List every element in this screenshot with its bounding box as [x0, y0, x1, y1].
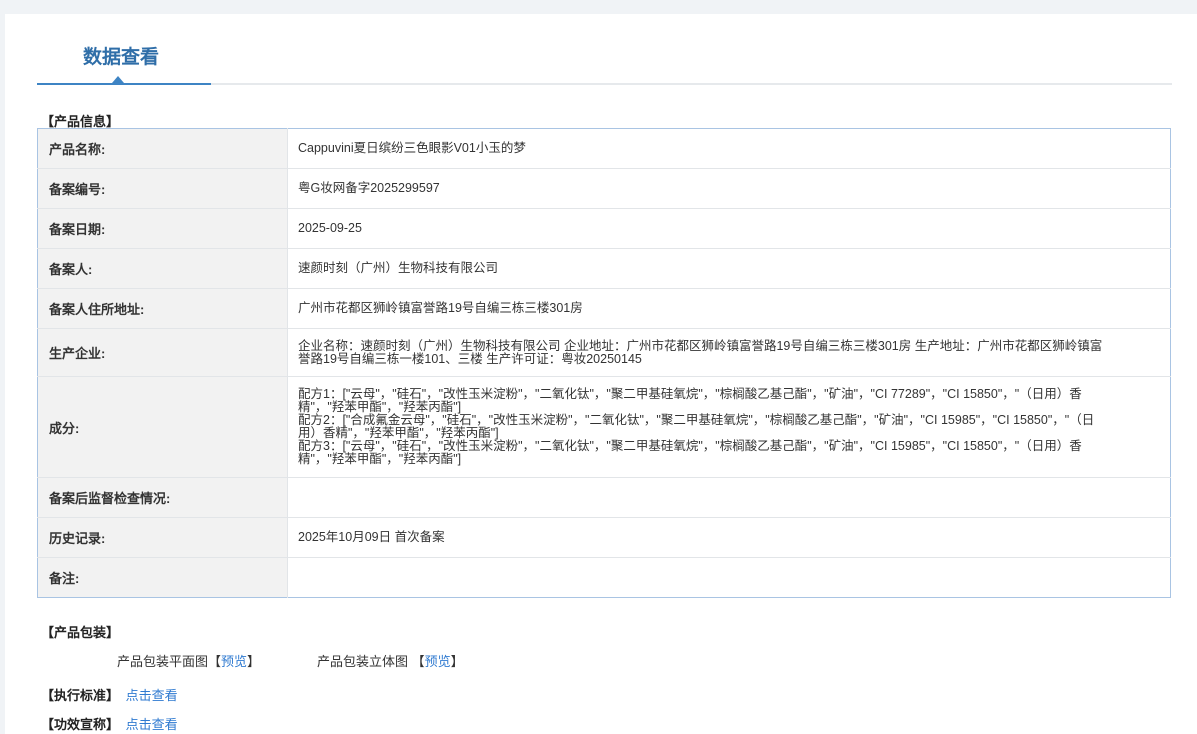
row-label: 备案人住所地址: — [37, 288, 288, 329]
row-label: 成分: — [37, 376, 288, 478]
table-row: 备案人: 速颜时刻（广州）生物科技有限公司 — [37, 248, 1171, 289]
tab-active-underline — [37, 83, 211, 85]
tab-data-view[interactable]: 数据查看 — [83, 42, 159, 69]
packaging-flat-item: 产品包装平面图【预览】 — [117, 654, 261, 669]
tab-bar: 数据查看 — [37, 14, 1172, 85]
packaging-stereo-label: 产品包装立体图 — [317, 654, 409, 669]
row-label: 备案人: — [37, 248, 288, 289]
row-label: 生产企业: — [37, 328, 288, 377]
table-row: 生产企业: 企业名称：速颜时刻（广州）生物科技有限公司 企业地址：广州市花都区狮… — [37, 328, 1171, 377]
tab-caret-icon — [112, 76, 124, 83]
table-row: 历史记录: 2025年10月09日 首次备案 — [37, 517, 1171, 558]
row-label: 产品名称: — [37, 128, 288, 169]
row-value: 粤G妆网备字2025299597 — [287, 168, 1171, 209]
standard-view-link[interactable]: 点击查看 — [126, 688, 178, 703]
packaging-flat-label: 产品包装平面图 — [117, 654, 209, 669]
table-row: 成分: 配方1：["云母"，"硅石"，"改性玉米淀粉"，"二氧化钛"，"聚二甲基… — [37, 376, 1171, 478]
row-value — [288, 558, 1171, 598]
section-efficacy: 【功效宣称】 点击查看 — [41, 714, 178, 733]
table-row: 产品名称: Cappuvini夏日缤纷三色眼影V01小玉的梦 — [37, 128, 1171, 169]
row-label: 备注: — [37, 557, 288, 598]
ingredients-value: 配方1：["云母"，"硅石"，"改性玉米淀粉"，"二氧化钛"，"聚二甲基硅氧烷"… — [287, 376, 1171, 478]
row-label: 备案后监督检查情况: — [37, 477, 288, 518]
table-row: 备注: — [37, 557, 1171, 598]
row-value: 速颜时刻（广州）生物科技有限公司 — [287, 248, 1171, 289]
row-value: 2025年10月09日 首次备案 — [287, 517, 1171, 558]
product-info-table: 产品名称: Cappuvini夏日缤纷三色眼影V01小玉的梦 备案编号: 粤G妆… — [37, 128, 1171, 598]
table-row: 备案后监督检查情况: — [37, 477, 1171, 518]
section-standard: 【执行标准】 点击查看 — [41, 685, 178, 704]
content-panel: 数据查看 【产品信息】 产品名称: Cappuvini夏日缤纷三色眼影V01小玉… — [5, 14, 1197, 734]
row-label: 历史记录: — [37, 517, 288, 558]
table-row: 备案人住所地址: 广州市花都区狮岭镇富誉路19号自编三栋三楼301房 — [37, 288, 1171, 329]
table-row: 备案编号: 粤G妆网备字2025299597 — [37, 168, 1171, 209]
section-standard-title: 【执行标准】 — [41, 688, 120, 703]
row-label: 备案日期: — [37, 208, 288, 249]
row-value: Cappuvini夏日缤纷三色眼影V01小玉的梦 — [287, 128, 1171, 169]
row-value: 广州市花都区狮岭镇富誉路19号自编三栋三楼301房 — [287, 288, 1171, 329]
table-row: 备案日期: 2025-09-25 — [37, 208, 1171, 249]
packaging-stereo-item: 产品包装立体图 【预览】 — [317, 654, 464, 669]
row-value: 2025-09-25 — [287, 208, 1171, 249]
efficacy-view-link[interactable]: 点击查看 — [126, 717, 178, 732]
row-value — [287, 477, 1171, 518]
packaging-stereo-preview-link[interactable]: 预览 — [425, 654, 451, 669]
row-label: 备案编号: — [37, 168, 288, 209]
packaging-flat-preview-link[interactable]: 预览 — [221, 654, 247, 669]
formula-line: 配方2：["合成氟金云母"，"硅石"，"改性玉米淀粉"，"二氧化钛"，"聚二甲基… — [298, 413, 1095, 440]
section-packaging-title: 【产品包装】 — [41, 625, 120, 640]
formula-line: 配方3：["云母"，"硅石"，"改性玉米淀粉"，"二氧化钛"，"聚二甲基硅氧烷"… — [298, 439, 1082, 466]
row-value: 企业名称：速颜时刻（广州）生物科技有限公司 企业地址：广州市花都区狮岭镇富誉路1… — [287, 328, 1171, 377]
formula-line: 配方1：["云母"，"硅石"，"改性玉米淀粉"，"二氧化钛"，"聚二甲基硅氧烷"… — [298, 387, 1082, 414]
section-efficacy-title: 【功效宣称】 — [41, 717, 120, 732]
